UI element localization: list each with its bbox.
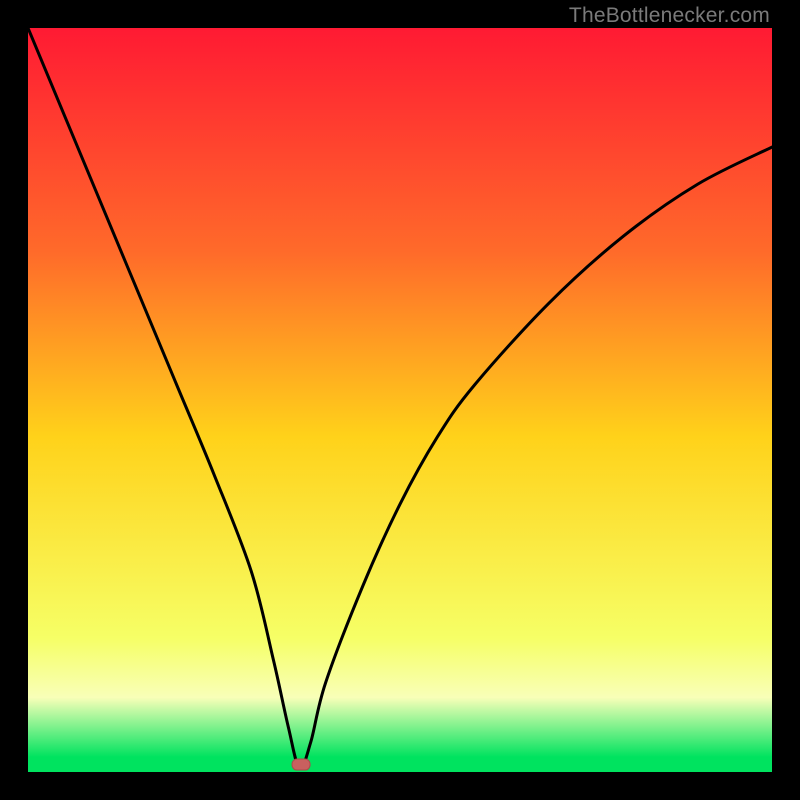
watermark-text: TheBottlenecker.com xyxy=(569,4,770,28)
chart-frame xyxy=(28,28,772,772)
optimum-marker xyxy=(292,759,310,770)
gradient-background xyxy=(28,28,772,772)
bottleneck-chart xyxy=(28,28,772,772)
